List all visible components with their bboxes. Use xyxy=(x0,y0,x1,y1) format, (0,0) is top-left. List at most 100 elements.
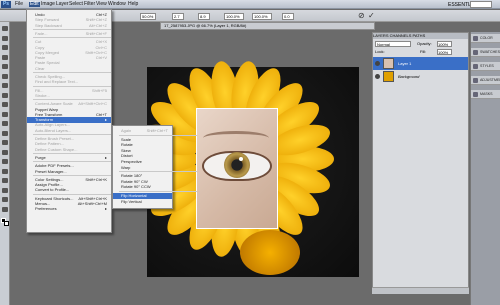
y-field[interactable]: 8.9 xyxy=(198,13,210,20)
menu-item[interactable]: Flip Vertical xyxy=(113,199,172,205)
layer-thumbnail xyxy=(383,71,394,82)
menu-item-label: Find and Replace Text... xyxy=(35,79,79,85)
healing-tool-icon[interactable] xyxy=(2,83,8,88)
menu-help[interactable]: Help xyxy=(128,2,138,7)
dodge-tool-icon[interactable] xyxy=(2,149,8,155)
dock-styles[interactable]: STYLES xyxy=(471,62,500,71)
menu-item-label: Purge xyxy=(35,154,46,160)
shape-tool-icon[interactable] xyxy=(2,187,8,193)
background-color-swatch[interactable] xyxy=(4,221,9,226)
menu-select[interactable]: Select xyxy=(69,2,83,7)
quick-select-tool-icon[interactable] xyxy=(2,54,8,60)
masks-panel-icon xyxy=(473,92,478,97)
menu-item[interactable]: Preset Manager... xyxy=(27,169,111,175)
transform-submenu: Again Shift+Ctrl+T Scale Rotate Skew Distort P… xyxy=(112,125,197,209)
menu-item[interactable]: Step Backward Alt+Ctrl+Z xyxy=(27,23,111,29)
menu-item-label: Step Forward xyxy=(35,17,60,23)
menu-item[interactable]: Preferences ▸ xyxy=(27,206,111,212)
menu-item-label: Copy Merged xyxy=(35,49,60,55)
x-field[interactable]: 2.7 xyxy=(172,13,184,20)
layer-name: Background xyxy=(398,74,420,79)
cancel-transform-icon[interactable]: ⊘ xyxy=(358,12,366,20)
menu-layer[interactable]: Layer xyxy=(56,2,69,7)
width-field[interactable]: 100.0% xyxy=(224,13,244,20)
menu-item-shortcut: ▸ xyxy=(104,154,107,160)
gradient-tool-icon[interactable] xyxy=(2,130,8,136)
type-tool-icon[interactable] xyxy=(2,168,8,174)
menu-item-label: Preset Manager... xyxy=(35,168,67,174)
opacity-input[interactable]: 100% xyxy=(437,41,452,47)
eraser-tool-icon[interactable] xyxy=(2,121,8,126)
menu-item[interactable]: Again Shift+Ctrl+T xyxy=(113,128,172,134)
eye-layer-image[interactable] xyxy=(196,108,278,229)
search-input[interactable] xyxy=(470,1,492,8)
crop-tool-icon[interactable] xyxy=(2,64,8,69)
menu-item-label: Fade... xyxy=(35,30,48,36)
menu-image[interactable]: Image xyxy=(41,2,55,7)
blend-mode-select[interactable]: Normal xyxy=(375,41,411,47)
menu-item-label: Auto-Blend Layers... xyxy=(35,127,72,133)
menu-item[interactable]: Stroke... xyxy=(27,93,111,99)
eyedropper-tool-icon[interactable] xyxy=(2,73,8,79)
dock-swatches[interactable]: SWATCHES xyxy=(471,48,500,57)
menu-item[interactable]: Define Custom Shape... xyxy=(27,147,111,153)
menu-item[interactable]: Convert to Profile... xyxy=(27,187,111,193)
visibility-eye-icon[interactable] xyxy=(375,74,380,79)
menu-item-label: Transform xyxy=(35,117,54,123)
menu-item-label: Color Settings... xyxy=(35,176,64,182)
menu-item-label: Rotate 180° xyxy=(121,173,143,179)
menu-item-label: Skew xyxy=(121,147,131,153)
menu-filter[interactable]: Filter xyxy=(84,2,95,7)
menu-item-label: Keyboard Shortcuts... xyxy=(35,195,74,201)
clone-stamp-tool-icon[interactable] xyxy=(2,102,8,107)
menu-separator xyxy=(119,171,197,173)
menu-item[interactable]: Purge ▸ xyxy=(27,155,111,161)
layer-row-layer-1[interactable]: Layer 1 xyxy=(373,57,468,70)
menu-separator xyxy=(33,193,111,195)
blur-tool-icon[interactable] xyxy=(2,140,8,145)
menu-item[interactable]: Find and Replace Text... xyxy=(27,79,111,85)
menu-item-label: Rotate xyxy=(121,142,133,148)
menu-item-label: Scale xyxy=(121,136,132,142)
document-tab[interactable]: 17_2587953.JPG @ 66.7% (Layer 1, RGB/8#) xyxy=(160,22,375,30)
dock-label: MASKS xyxy=(480,92,493,96)
dock-masks[interactable]: MASKS xyxy=(471,90,500,99)
zoom-tool-icon[interactable] xyxy=(2,206,8,212)
fill-input[interactable]: 100% xyxy=(437,49,452,55)
layer-row-background[interactable]: Background xyxy=(373,70,468,83)
menu-separator xyxy=(119,191,197,192)
layers-panel-tabs[interactable]: LAYERS CHANNELS PATHS xyxy=(373,33,468,39)
dock-color[interactable]: COLOR xyxy=(471,34,500,43)
menu-edit[interactable]: Edit xyxy=(29,2,40,7)
height-field[interactable]: 100.0% xyxy=(252,13,272,20)
menu-item[interactable]: Fade... Shift+Ctrl+F xyxy=(27,31,111,37)
menu-item-label: Adobe PDF Presets... xyxy=(35,163,74,169)
history-brush-tool-icon[interactable] xyxy=(2,111,8,117)
commit-transform-icon[interactable]: ✓ xyxy=(368,12,376,20)
menu-item-label: Clear xyxy=(35,65,45,71)
dock-adjustments[interactable]: ADJUSTMENTS xyxy=(471,76,500,85)
lasso-tool-icon[interactable] xyxy=(2,45,8,50)
styles-panel-icon xyxy=(473,64,478,69)
menu-view[interactable]: View xyxy=(96,2,107,7)
brush-tool-icon[interactable] xyxy=(2,92,8,98)
hand-tool-icon[interactable] xyxy=(2,197,8,202)
menu-window[interactable]: Window xyxy=(108,2,126,7)
menu-item-label: Warp xyxy=(121,164,131,170)
menu-file[interactable]: File xyxy=(15,2,23,7)
move-tool-icon[interactable] xyxy=(2,26,8,31)
menu-item[interactable]: Auto-Blend Layers... xyxy=(27,128,111,134)
adjustments-panel-icon xyxy=(473,78,478,83)
menu-item[interactable]: Warp xyxy=(113,165,172,171)
menu-item[interactable]: Rotate 90° CCW xyxy=(113,184,172,190)
opacity-label: Opacity: xyxy=(417,41,432,46)
menu-item[interactable]: Clear xyxy=(27,66,111,72)
path-select-tool-icon[interactable] xyxy=(2,178,8,183)
marquee-tool-icon[interactable] xyxy=(2,35,8,41)
menu-item-label: Fill... xyxy=(35,87,44,93)
menu-item-label: Perspective xyxy=(121,159,142,164)
zoom-field[interactable]: 50.0% xyxy=(140,13,156,20)
angle-field[interactable]: 0.0 xyxy=(282,13,294,20)
visibility-eye-icon[interactable] xyxy=(375,61,380,66)
pen-tool-icon[interactable] xyxy=(2,159,8,164)
